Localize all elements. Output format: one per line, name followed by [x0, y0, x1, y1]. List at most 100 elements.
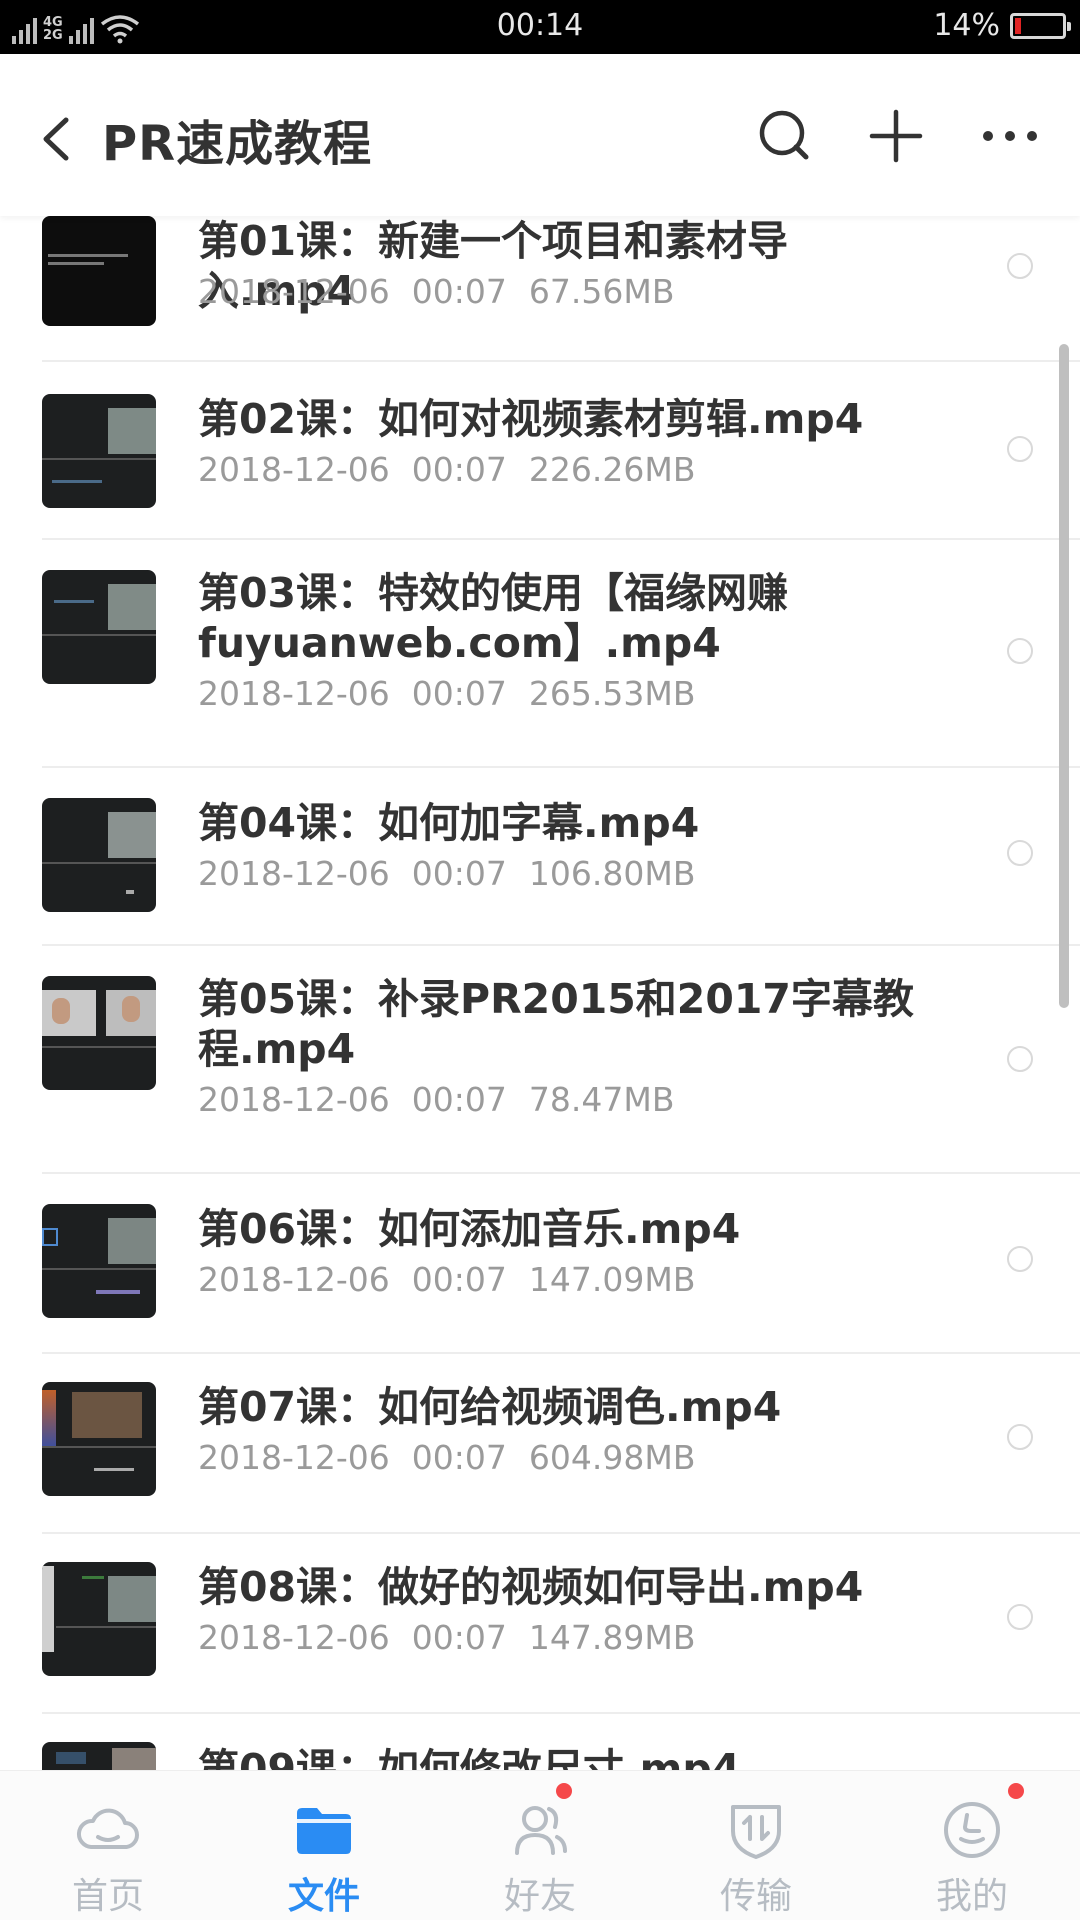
file-date: 2018-12-06: [198, 450, 390, 489]
file-row[interactable]: 第09课：如何修改尺寸.mp4: [0, 1714, 1080, 1770]
video-thumbnail: [42, 1382, 156, 1496]
battery-fill: [1015, 17, 1022, 34]
select-checkbox[interactable]: [1007, 436, 1033, 462]
file-row[interactable]: 第08课：做好的视频如何导出.mp4 2018-12-06 00:07 147.89…: [0, 1534, 1080, 1712]
more-options-icon[interactable]: [970, 96, 1050, 176]
add-icon[interactable]: [856, 96, 936, 176]
file-date: 2018-12-06: [198, 854, 390, 893]
nav-label: 传输: [719, 1876, 792, 1917]
file-time: 00:07: [411, 1080, 507, 1119]
nav-label: 首页: [71, 1876, 144, 1917]
nav-profile[interactable]: 我的: [864, 1771, 1080, 1920]
file-row[interactable]: 第04课：如何加字幕.mp4 2018-12-06 00:07 106.80MB: [0, 768, 1080, 946]
nav-label: 好友: [503, 1876, 576, 1917]
file-meta: 2018-12-06 00:07 147.09MB: [198, 1260, 695, 1299]
file-size: 106.80MB: [528, 854, 696, 893]
file-row[interactable]: 第03课：特效的使用【福缘网赚 fuyuanweb.com】.mp4 2018-…: [0, 540, 1080, 766]
video-thumbnail: [42, 570, 156, 684]
file-time: 00:07: [411, 854, 507, 893]
file-name-line-1: 第03课：特效的使用【福缘网赚: [198, 569, 789, 617]
select-checkbox[interactable]: [1007, 1246, 1033, 1272]
transfer-icon: [731, 1805, 781, 1859]
file-date: 2018-12-06: [198, 272, 390, 311]
file-row[interactable]: 第02课：如何对视频素材剪辑.mp4 2018-12-06 00:07 226.26…: [0, 362, 1080, 540]
file-name: 第07课：如何给视频调色.mp4: [198, 1383, 782, 1431]
nav-label: 文件: [287, 1876, 360, 1917]
status-time: 00:14: [496, 8, 584, 43]
file-row[interactable]: 第06课：如何添加音乐.mp4 2018-12-06 00:07 147.09MB: [0, 1174, 1080, 1352]
file-list[interactable]: 第01课：新建一个项目和素材导入.mp4 2018-12-06 00:07 67.5…: [0, 216, 1080, 1770]
file-size: 265.53MB: [528, 674, 696, 713]
select-checkbox[interactable]: [1007, 1046, 1033, 1072]
file-meta: 2018-12-06 00:07 67.56MB: [198, 272, 674, 311]
select-checkbox[interactable]: [1007, 253, 1033, 279]
select-checkbox[interactable]: [1007, 638, 1033, 664]
select-checkbox[interactable]: [1007, 1424, 1033, 1450]
file-name-line-2: fuyuanweb.com】.mp4: [198, 619, 721, 667]
back-icon[interactable]: [30, 104, 86, 174]
notification-badge: [1008, 1783, 1024, 1799]
file-name-line-2: 程.mp4: [198, 1025, 356, 1073]
status-bar: 4G 2G 00:14 14%: [0, 0, 1080, 54]
file-row[interactable]: 第07课：如何给视频调色.mp4 2018-12-06 00:07 604.98MB: [0, 1354, 1080, 1532]
nav-label: 我的: [935, 1876, 1008, 1917]
nav-transfer[interactable]: 传输: [648, 1771, 864, 1920]
file-meta: 2018-12-06 00:07 604.98MB: [198, 1438, 695, 1477]
video-thumbnail: [42, 976, 156, 1090]
file-meta: 2018-12-06 00:07 226.26MB: [198, 450, 695, 489]
file-name-line-1: 第05课：补录PR2015和2017字幕教: [198, 975, 914, 1023]
file-date: 2018-12-06: [198, 1260, 390, 1299]
search-icon[interactable]: [744, 96, 824, 176]
file-size: 147.09MB: [528, 1260, 696, 1299]
battery-status: 14%: [933, 8, 1071, 43]
file-time: 00:07: [411, 272, 507, 311]
select-checkbox[interactable]: [1007, 1604, 1033, 1630]
cloud-icon: [77, 1808, 139, 1849]
file-name: 第06课：如何添加音乐.mp4: [198, 1205, 741, 1253]
file-size: 226.26MB: [528, 450, 696, 489]
file-row[interactable]: 第05课：补录PR2015和2017字幕教 程.mp4 2018-12-06 00…: [0, 946, 1080, 1172]
video-thumbnail: [42, 1742, 156, 1770]
battery-percent: 14%: [933, 8, 1000, 43]
file-time: 00:07: [411, 1438, 507, 1477]
video-thumbnail: [42, 394, 156, 508]
file-name: 第09课：如何修改尺寸.mp4: [198, 1745, 741, 1770]
page-title: PR速成教程: [102, 116, 373, 172]
file-name: 第08课：做好的视频如何导出.mp4: [198, 1563, 864, 1611]
file-time: 00:07: [411, 1260, 507, 1299]
file-date: 2018-12-06: [198, 1438, 390, 1477]
file-time: 00:07: [411, 674, 507, 713]
top-app-bar: PR速成教程: [0, 54, 1080, 216]
file-size: 147.89MB: [528, 1618, 696, 1657]
file-row[interactable]: 第01课：新建一个项目和素材导入.mp4 2018-12-06 00:07 67.5…: [0, 216, 1080, 360]
bottom-navigation: 首页 文件 好友 传输 我的: [0, 1770, 1080, 1920]
file-meta: 2018-12-06 00:07 265.53MB: [198, 674, 695, 713]
file-date: 2018-12-06: [198, 1618, 390, 1657]
nav-friends[interactable]: 好友: [432, 1771, 648, 1920]
file-time: 00:07: [411, 450, 507, 489]
friends-icon: [515, 1806, 567, 1855]
file-date: 2018-12-06: [198, 674, 390, 713]
file-size: 67.56MB: [528, 272, 675, 311]
video-thumbnail: [42, 216, 156, 326]
profile-icon: [944, 1802, 1000, 1858]
file-name: 第03课：特效的使用【福缘网赚 fuyuanweb.com】.mp4: [198, 568, 918, 668]
nav-home[interactable]: 首页: [0, 1771, 216, 1920]
video-thumbnail: [42, 798, 156, 912]
file-name: 第04课：如何加字幕.mp4: [198, 799, 700, 847]
file-meta: 2018-12-06 00:07 78.47MB: [198, 1080, 674, 1119]
video-thumbnail: [42, 1204, 156, 1318]
file-date: 2018-12-06: [198, 1080, 390, 1119]
select-checkbox[interactable]: [1007, 840, 1033, 866]
nav-files[interactable]: 文件: [216, 1771, 432, 1920]
file-name: 第02课：如何对视频素材剪辑.mp4: [198, 395, 864, 443]
file-size: 604.98MB: [528, 1438, 696, 1477]
video-thumbnail: [42, 1562, 156, 1676]
scrollbar[interactable]: [1059, 344, 1069, 1008]
file-time: 00:07: [411, 1618, 507, 1657]
file-meta: 2018-12-06 00:07 147.89MB: [198, 1618, 695, 1657]
notification-badge: [556, 1783, 572, 1799]
file-size: 78.47MB: [528, 1080, 675, 1119]
folder-icon: [297, 1808, 351, 1854]
file-meta: 2018-12-06 00:07 106.80MB: [198, 854, 695, 893]
